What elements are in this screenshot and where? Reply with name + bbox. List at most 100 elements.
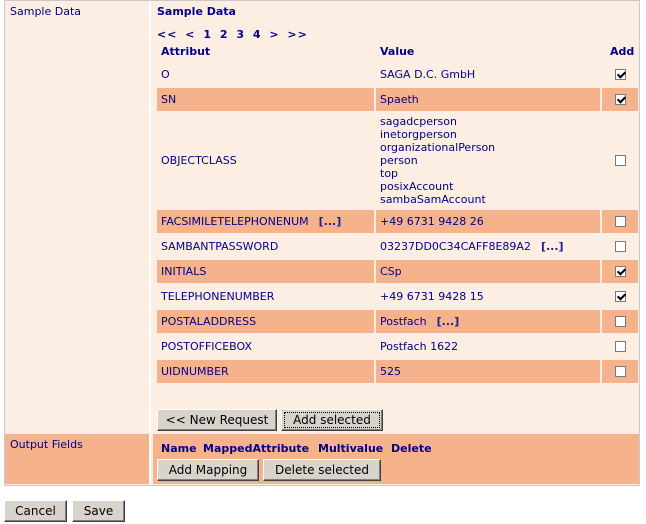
add-mapping-button[interactable]: Add Mapping bbox=[157, 459, 259, 481]
table-row: FACSIMILETELEPHONENUM [...] +49 6731 9428… bbox=[157, 210, 640, 233]
attr-name: SAMBANTPASSWORD bbox=[161, 240, 279, 253]
attr-value: Postfach bbox=[380, 315, 427, 328]
attr-more-link[interactable]: [...] bbox=[319, 215, 342, 228]
attr-name: SN bbox=[161, 93, 177, 106]
attr-value: posixAccount bbox=[380, 180, 454, 193]
add-checkbox[interactable] bbox=[614, 69, 626, 80]
attr-value: organizationalPerson bbox=[380, 141, 496, 154]
attr-value: person bbox=[380, 154, 418, 167]
attr-cell: OBJECTCLASS bbox=[157, 113, 374, 208]
add-checkbox[interactable] bbox=[614, 216, 626, 227]
table-row: TELEPHONENUMBER +49 6731 9428 15 bbox=[157, 285, 640, 308]
attr-cell: FACSIMILETELEPHONENUM [...] bbox=[157, 210, 374, 233]
attr-value: top bbox=[380, 167, 399, 180]
value-cell: CSp bbox=[376, 260, 600, 283]
attr-value: +49 6731 9428 15 bbox=[380, 290, 484, 303]
pager-prev[interactable]: < bbox=[185, 28, 195, 41]
mapping-frame: Sample Data Output Fields Sample Data <<… bbox=[4, 0, 640, 486]
attr-cell: SAMBANTPASSWORD bbox=[157, 235, 374, 258]
add-cell bbox=[602, 335, 638, 358]
add-checkbox[interactable] bbox=[614, 291, 626, 302]
add-cell bbox=[602, 235, 638, 258]
attr-value: SAGA D.C. GmbH bbox=[380, 68, 476, 81]
add-checkbox[interactable] bbox=[614, 366, 626, 377]
add-checkbox[interactable] bbox=[614, 241, 626, 252]
value-cell: Spaeth bbox=[376, 88, 600, 111]
add-cell bbox=[602, 63, 638, 86]
add-cell bbox=[602, 310, 638, 333]
attr-value: CSp bbox=[380, 265, 402, 278]
pager-first[interactable]: << bbox=[157, 28, 177, 41]
output-header-multivalue: Multivalue bbox=[318, 442, 384, 455]
attr-cell: INITIALS bbox=[157, 260, 374, 283]
add-checkbox[interactable] bbox=[614, 94, 626, 105]
save-button[interactable]: Save bbox=[72, 500, 125, 522]
output-header-delete: Delete bbox=[391, 442, 432, 455]
output-fields-label: Output Fields bbox=[5, 434, 151, 484]
pager-next[interactable]: > bbox=[269, 28, 279, 41]
attr-value: 525 bbox=[380, 365, 401, 378]
pager-last[interactable]: >> bbox=[287, 28, 307, 41]
attr-cell: O bbox=[157, 63, 374, 86]
table-row: SAMBANTPASSWORD 03237DD0C34CAFF8E89A2 [..… bbox=[157, 235, 640, 258]
delete-selected-button[interactable]: Delete selected bbox=[263, 459, 381, 481]
attr-name: UIDNUMBER bbox=[161, 365, 229, 378]
table-row: INITIALS CSp bbox=[157, 260, 640, 283]
add-checkbox[interactable] bbox=[614, 316, 626, 327]
pager-page-2[interactable]: 2 bbox=[220, 28, 229, 41]
attr-value: 03237DD0C34CAFF8E89A2 bbox=[380, 240, 531, 253]
pager-page-3[interactable]: 3 bbox=[236, 28, 245, 41]
attr-name: O bbox=[161, 68, 170, 81]
value-cell: +49 6731 9428 26 bbox=[376, 210, 600, 233]
sample-data-label: Sample Data bbox=[5, 1, 151, 432]
attr-name: OBJECTCLASS bbox=[161, 154, 237, 167]
pager-page-4[interactable]: 4 bbox=[253, 28, 262, 41]
value-more-link[interactable]: [...] bbox=[437, 315, 460, 328]
attr-value: sambaSamAccount bbox=[380, 193, 486, 206]
table-row: POSTOFFICEBOX Postfach 1622 bbox=[157, 335, 640, 358]
output-header-mapped-attribute: MappedAttribute bbox=[203, 442, 310, 455]
value-cell: +49 6731 9428 15 bbox=[376, 285, 600, 308]
header-value: Value bbox=[380, 45, 415, 58]
table-row: POSTALADDRESS Postfach [...] bbox=[157, 310, 640, 333]
value-cell: 525 bbox=[376, 360, 600, 383]
attr-name: POSTALADDRESS bbox=[161, 315, 257, 328]
attr-cell: UIDNUMBER bbox=[157, 360, 374, 383]
attr-cell: POSTOFFICEBOX bbox=[157, 335, 374, 358]
add-checkbox[interactable] bbox=[614, 155, 626, 166]
value-cell: Postfach [...] bbox=[376, 310, 600, 333]
add-cell bbox=[602, 113, 638, 208]
value-cell: sagadcperson inetorgperson organizationa… bbox=[376, 113, 600, 208]
sample-data-panel: Sample Data << < 1 2 3 4 > >> Attribut V… bbox=[153, 1, 639, 432]
cancel-button[interactable]: Cancel bbox=[4, 500, 67, 522]
table-row: SN Spaeth bbox=[157, 88, 640, 111]
attr-value: inetorgperson bbox=[380, 128, 457, 141]
value-cell: SAGA D.C. GmbH bbox=[376, 63, 600, 86]
add-cell bbox=[602, 210, 638, 233]
new-request-button[interactable]: << New Request bbox=[157, 409, 277, 431]
table-row: UIDNUMBER 525 bbox=[157, 360, 640, 383]
pager: << < 1 2 3 4 > >> bbox=[157, 28, 311, 41]
output-header-name: Name bbox=[161, 442, 197, 455]
add-checkbox[interactable] bbox=[614, 266, 626, 277]
value-cell: 03237DD0C34CAFF8E89A2 [...] bbox=[376, 235, 600, 258]
add-cell bbox=[602, 285, 638, 308]
attr-value: sagadcperson bbox=[380, 115, 457, 128]
attr-name: INITIALS bbox=[161, 265, 207, 278]
sample-data-title: Sample Data bbox=[157, 5, 236, 18]
value-more-link[interactable]: [...] bbox=[541, 240, 564, 253]
add-cell bbox=[602, 260, 638, 283]
attr-cell: POSTALADDRESS bbox=[157, 310, 374, 333]
add-cell bbox=[602, 88, 638, 111]
attr-value: Postfach 1622 bbox=[380, 340, 459, 353]
attr-value: +49 6731 9428 26 bbox=[380, 215, 484, 228]
pager-page-1[interactable]: 1 bbox=[203, 28, 212, 41]
add-cell bbox=[602, 360, 638, 383]
table-row: OBJECTCLASS sagadcperson inetorgperson o… bbox=[157, 113, 640, 208]
header-add: Add bbox=[610, 45, 635, 58]
add-selected-button[interactable]: Add selected bbox=[281, 409, 383, 431]
value-cell: Postfach 1622 bbox=[376, 335, 600, 358]
add-checkbox[interactable] bbox=[614, 341, 626, 352]
attr-name: TELEPHONENUMBER bbox=[161, 290, 275, 303]
attr-cell: TELEPHONENUMBER bbox=[157, 285, 374, 308]
